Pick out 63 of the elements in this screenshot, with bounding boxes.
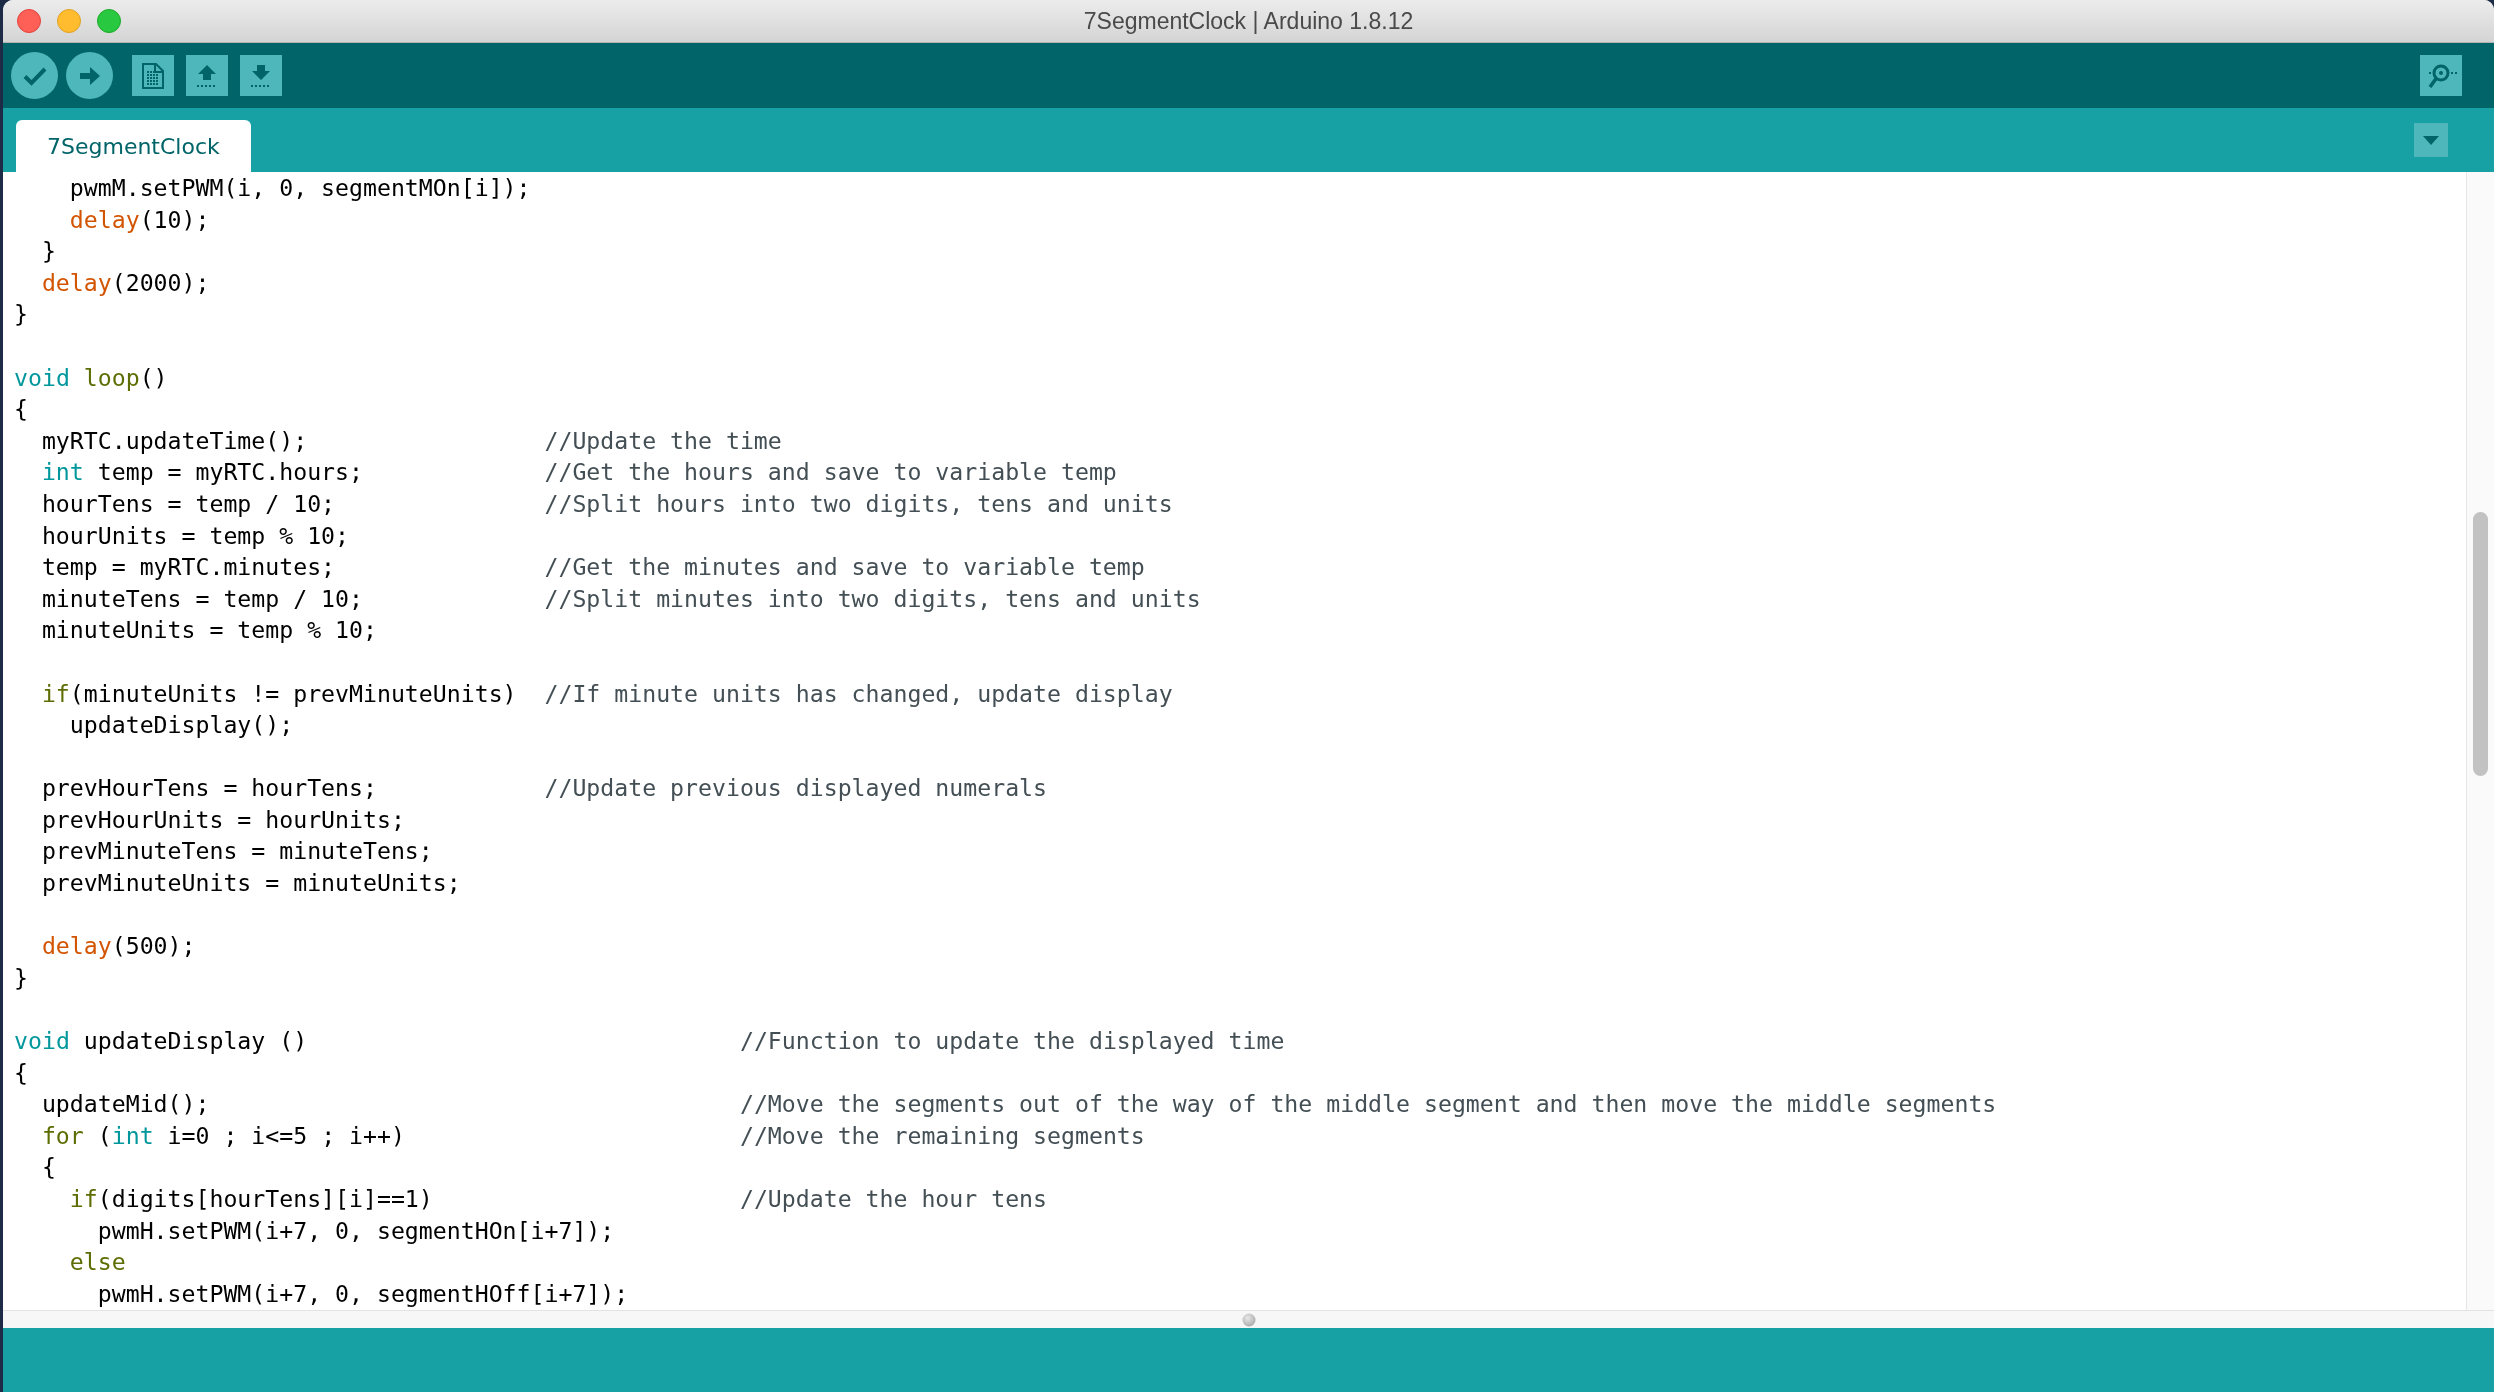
code-line: prevMinuteUnits = minuteUnits; (41, 868, 461, 899)
scrollbar-track[interactable] (2466, 172, 2494, 1310)
code-comment: //Update the time (544, 425, 782, 456)
splitter-handle-icon (1241, 1312, 1256, 1327)
open-button[interactable] (186, 55, 228, 96)
code-line: void loop() (14, 362, 168, 393)
code-line: pwmH.setPWM(i+7, 0, segmentHOn[i+7]); (97, 1215, 615, 1246)
code-comment: //Split hours into two digits, tens and units (544, 488, 1173, 519)
verify-button[interactable] (11, 52, 58, 99)
check-icon (22, 65, 47, 86)
scrollbar-thumb[interactable] (2473, 512, 2488, 776)
arrow-up-icon (196, 64, 218, 87)
code-comment: //Split minutes into two digits, tens and units (544, 583, 1201, 614)
arrow-right-icon (79, 66, 100, 85)
arrow-down-icon (250, 64, 272, 87)
maximize-button[interactable] (97, 9, 121, 33)
code-line: prevMinuteTens = minuteTens; (41, 836, 433, 867)
code-line: if(minuteUnits != prevMinuteUnits) (41, 678, 517, 709)
close-button[interactable] (17, 9, 41, 33)
code-line: delay(500); (41, 931, 196, 962)
sketch-tab[interactable]: 7SegmentClock (16, 120, 251, 172)
save-button[interactable] (240, 55, 282, 96)
code-line: hourUnits = temp % 10; (41, 520, 350, 551)
code-line: for (int i=0 ; i<=5 ; i++) (41, 1120, 405, 1151)
code-comment: //Update previous displayed numerals (544, 773, 1048, 804)
code-line: { (14, 1057, 28, 1088)
code-line: } (14, 299, 28, 330)
code-line: if(digits[hourTens][i]==1) (69, 1184, 433, 1214)
code-line: { (41, 1152, 56, 1183)
code-line: updateDisplay(); (69, 710, 294, 741)
code-comment: //Get the minutes and save to variable temp (544, 552, 1145, 583)
code-line: } (14, 962, 28, 993)
caret-down-icon (2423, 135, 2439, 145)
code-line: prevHourUnits = hourUnits; (41, 804, 405, 835)
code-line: { (14, 394, 28, 425)
code-line: int temp = myRTC.hours; (41, 457, 363, 488)
upload-button[interactable] (66, 52, 113, 99)
code-line: delay(2000); (41, 267, 210, 298)
code-line: temp = myRTC.minutes; (41, 552, 336, 583)
tab-menu-button[interactable] (2414, 123, 2448, 157)
code-line: else (69, 1247, 126, 1278)
code-line: minuteUnits = temp % 10; (41, 615, 377, 646)
code-comment: //Function to update the displayed time (739, 1026, 1285, 1057)
window-title: 7SegmentClock | Arduino 1.8.12 (1083, 7, 1414, 35)
new-button[interactable] (132, 55, 174, 96)
code-comment: //Update the hour tens (739, 1184, 1048, 1214)
code-comment: //Move the remaining segments (739, 1120, 1145, 1151)
code-line: void updateDisplay () (14, 1026, 308, 1057)
code-line: minuteTens = temp / 10; (41, 583, 363, 614)
code-line: hourTens = temp / 10; (41, 488, 336, 519)
code-line: delay(10); (69, 204, 210, 235)
serial-monitor-button[interactable] (2420, 55, 2462, 96)
code-line: prevHourTens = hourTens; (41, 773, 377, 804)
code-line: pwmH.setPWM(i+7, 0, segmentHOff[i+7]); (97, 1278, 629, 1309)
code-comment: //If minute units has changed, update display (544, 678, 1173, 709)
code-comment: //Move the segments out of the way of the middle segment and then move the middle segments (739, 1089, 1997, 1120)
code-comment: //Get the hours and save to variable temp (544, 457, 1117, 488)
code-line: updateMid(); (41, 1089, 210, 1120)
code-line: myRTC.updateTime(); (41, 425, 308, 456)
document-icon (142, 62, 164, 89)
code-line: } (41, 236, 56, 267)
code-line: pwmM.setPWM(i, 0, segmentMOn[i]); (69, 173, 531, 203)
minimize-button[interactable] (57, 9, 81, 33)
